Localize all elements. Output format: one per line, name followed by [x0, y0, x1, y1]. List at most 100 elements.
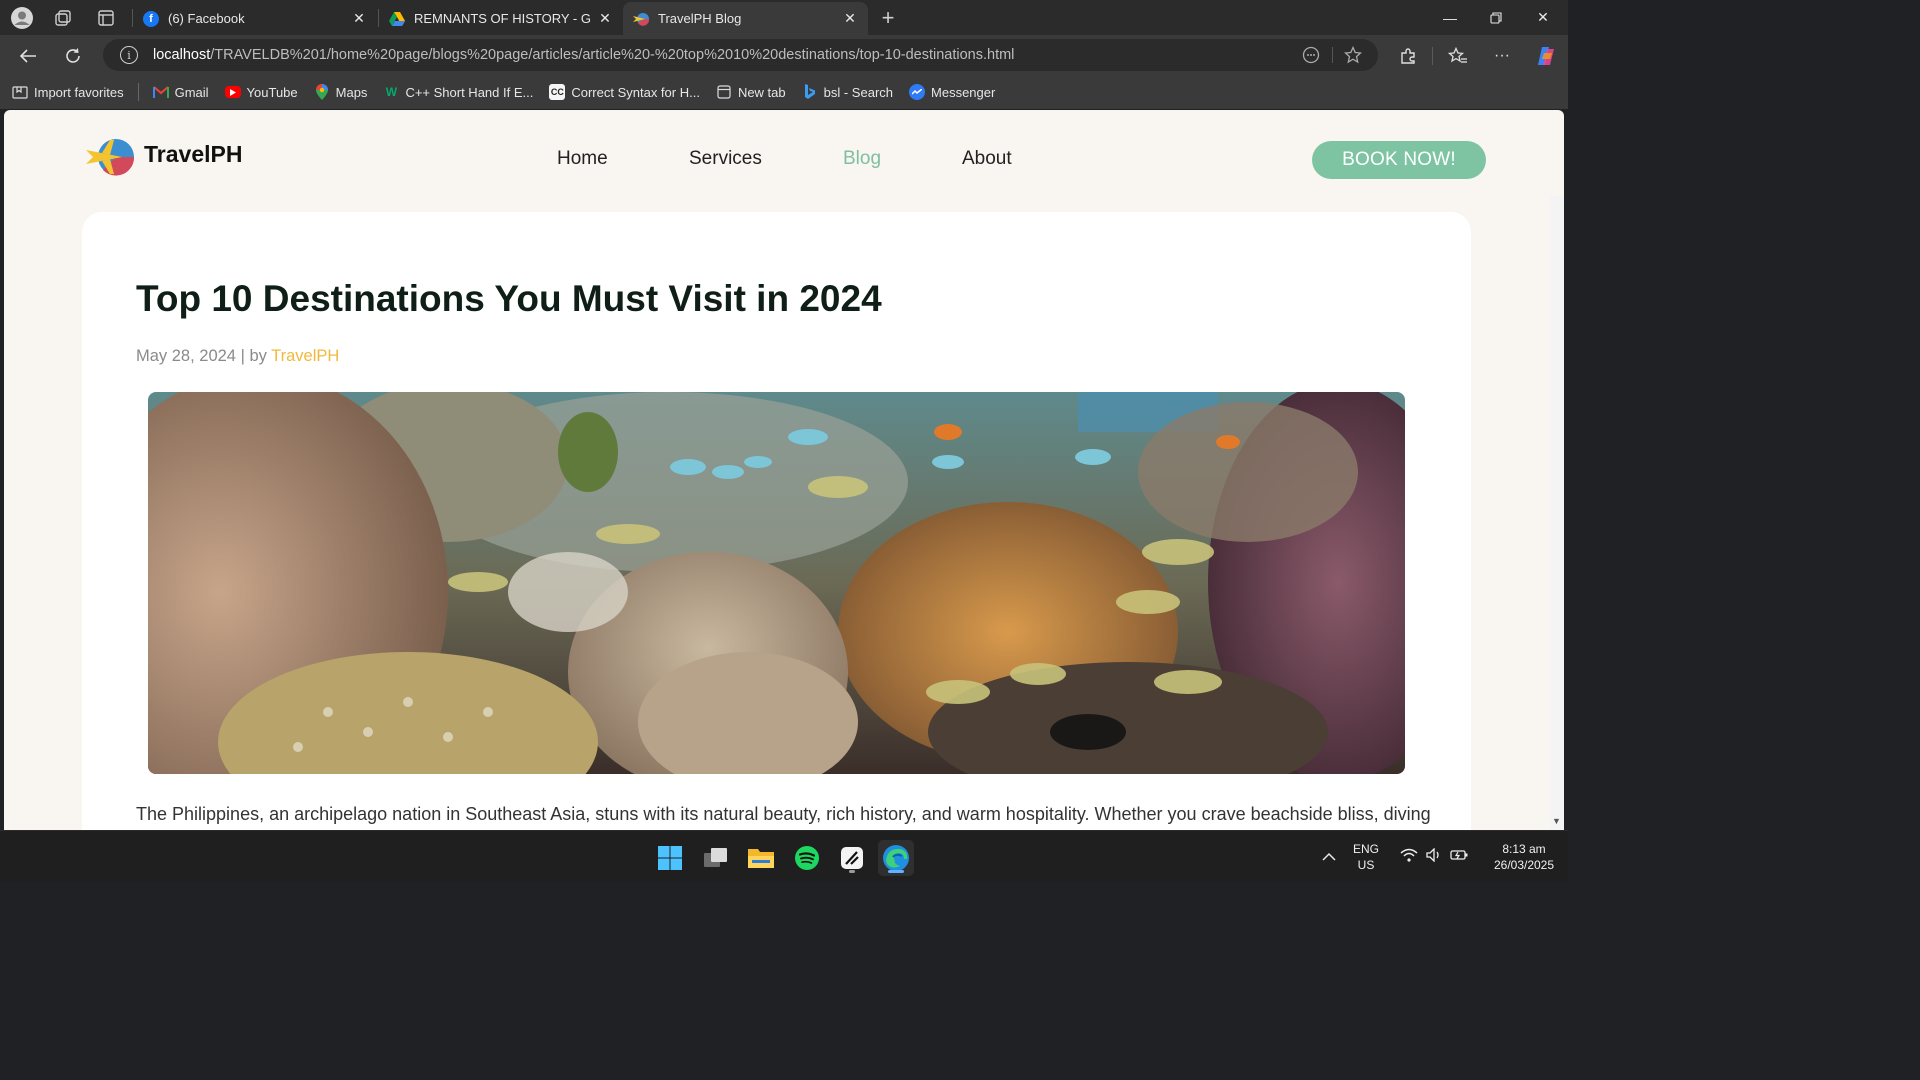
- close-icon[interactable]: ✕: [351, 10, 367, 27]
- edge-icon[interactable]: [878, 840, 914, 876]
- tab-title: REMNANTS OF HISTORY - Google: [414, 11, 591, 26]
- bookmark-label: Messenger: [931, 84, 996, 100]
- bookmark-label: Maps: [335, 84, 368, 100]
- close-icon[interactable]: ✕: [842, 10, 858, 27]
- page-scrollbar[interactable]: ▼: [1550, 196, 1564, 830]
- clock-date: 26/03/2025: [1493, 858, 1555, 872]
- bookmark-label: C++ Short Hand If E...: [405, 84, 534, 100]
- url-text[interactable]: localhost/TRAVELDB%201/home%20page/blogs…: [153, 47, 1014, 63]
- url-path: /TRAVELDB%201/home%20page/blogs%20page/a…: [210, 47, 1015, 63]
- region-code: US: [1357, 858, 1375, 872]
- site-info-icon[interactable]: i: [120, 46, 138, 64]
- article-title: Top 10 Destinations You Must Visit in 20…: [136, 278, 882, 319]
- favorite-star-icon[interactable]: [1343, 45, 1363, 65]
- minimize-icon[interactable]: —: [1427, 0, 1473, 35]
- tab-facebook[interactable]: f (6) Facebook ✕: [133, 2, 377, 35]
- bookmark-label: New tab: [737, 84, 786, 100]
- bookmark-youtube[interactable]: YouTube: [224, 84, 298, 100]
- site-logo[interactable]: TravelPH: [84, 136, 242, 178]
- book-now-button[interactable]: BOOK NOW!: [1312, 141, 1486, 179]
- bookmark-messenger[interactable]: Messenger: [909, 84, 995, 100]
- gmail-icon: [152, 84, 169, 100]
- nav-blog[interactable]: Blog: [843, 148, 881, 170]
- article-meta: May 28, 2024 | by TravelPH: [136, 347, 339, 366]
- import-icon: [12, 84, 28, 100]
- close-icon[interactable]: ✕: [597, 10, 613, 27]
- bookmark-label: Gmail: [174, 84, 209, 100]
- nav-home[interactable]: Home: [557, 148, 608, 170]
- windows-start-icon[interactable]: [652, 840, 688, 876]
- hero-image-coral-reef: [148, 392, 1405, 774]
- workspaces-icon[interactable]: [51, 6, 75, 30]
- bookmark-gmail[interactable]: Gmail: [152, 84, 209, 100]
- nav-about[interactable]: About: [962, 148, 1012, 170]
- article-date: May 28, 2024: [136, 347, 236, 365]
- nav-services[interactable]: Services: [689, 148, 762, 170]
- language-indicator[interactable]: ENG US: [1353, 831, 1379, 883]
- scroll-down-icon[interactable]: ▼: [1552, 816, 1561, 826]
- battery-icon: [1450, 848, 1468, 867]
- article-card: Top 10 Destinations You Must Visit in 20…: [82, 212, 1471, 830]
- messenger-icon: [909, 84, 926, 100]
- reader-mode-icon[interactable]: [1301, 45, 1321, 65]
- bookmark-import-favorites[interactable]: Import favorites: [12, 84, 124, 100]
- tab-title: (6) Facebook: [168, 11, 245, 26]
- bookmark-label: Import favorites: [34, 84, 124, 100]
- more-options-icon[interactable]: ···: [1489, 43, 1515, 69]
- brand-name: TravelPH: [144, 140, 243, 167]
- windows-taskbar: ENG US 8:13 am 26/03/2025: [0, 830, 1568, 882]
- spotify-icon[interactable]: [789, 840, 825, 876]
- show-hidden-icons-chevron-icon[interactable]: [1322, 850, 1336, 865]
- bookmark-bsl-search[interactable]: bsl - Search: [802, 84, 893, 100]
- refresh-icon[interactable]: [60, 43, 86, 69]
- bookmark-new-tab[interactable]: New tab: [716, 84, 786, 100]
- restore-icon[interactable]: [1473, 0, 1519, 35]
- maps-icon: [314, 84, 330, 100]
- tab-remnants-of-history[interactable]: REMNANTS OF HISTORY - Google ✕: [379, 2, 623, 35]
- tab-title: TravelPH Blog: [658, 11, 742, 26]
- volume-icon: [1426, 846, 1442, 867]
- youtube-icon: [224, 86, 241, 98]
- new-tab-button[interactable]: +: [876, 5, 900, 30]
- close-window-icon[interactable]: ✕: [1520, 0, 1566, 35]
- wifi-icon: [1400, 848, 1418, 867]
- travelph-icon: [633, 11, 649, 27]
- bookmark-correct-syntax[interactable]: CC Correct Syntax for H...: [549, 84, 700, 100]
- bookmark-label: Correct Syntax for H...: [571, 84, 700, 100]
- page-viewport: TravelPH Home Services Blog About BOOK N…: [4, 110, 1564, 830]
- task-view-icon[interactable]: [698, 840, 734, 876]
- cc-icon: CC: [549, 84, 566, 100]
- clock[interactable]: 8:13 am 26/03/2025: [1480, 831, 1568, 883]
- tab-bar: f (6) Facebook ✕ REMNANTS OF HISTORY - G…: [0, 0, 1568, 35]
- google-drive-icon: [389, 11, 405, 27]
- facebook-icon: f: [143, 10, 159, 27]
- vertical-tabs-icon[interactable]: [94, 6, 118, 30]
- language-code: ENG: [1353, 842, 1380, 856]
- address-bar[interactable]: i localhost/TRAVELDB%201/home%20page/blo…: [103, 39, 1378, 71]
- travelph-logo-icon: [84, 136, 136, 178]
- url-host: localhost: [153, 47, 211, 63]
- extensions-icon[interactable]: [1395, 43, 1421, 69]
- copilot-icon[interactable]: [1533, 43, 1559, 69]
- article-by: | by: [240, 347, 267, 365]
- profile-icon[interactable]: [10, 6, 34, 30]
- clock-time: 8:13 am: [1502, 842, 1546, 856]
- new-tab-icon: [716, 84, 732, 100]
- article-intro: The Philippines, an archipelago nation i…: [136, 804, 1431, 824]
- app-icon[interactable]: [834, 840, 870, 876]
- site-header: TravelPH Home Services Blog About BOOK N…: [4, 110, 1564, 210]
- quick-settings[interactable]: [1400, 831, 1468, 883]
- bookmarks-bar: Import favorites Gmail YouTube Maps W C+…: [0, 75, 1568, 109]
- bookmark-cpp-short-hand[interactable]: W C++ Short Hand If E...: [383, 84, 534, 100]
- w3schools-icon: W: [385, 85, 398, 99]
- bookmark-label: YouTube: [246, 84, 298, 100]
- bookmark-maps[interactable]: Maps: [314, 84, 368, 100]
- bookmark-label: bsl - Search: [823, 84, 894, 100]
- article-author-link[interactable]: TravelPH: [271, 347, 339, 365]
- tab-travelph-blog[interactable]: TravelPH Blog ✕: [623, 2, 868, 35]
- back-icon[interactable]: [15, 43, 41, 69]
- browser-toolbar: i localhost/TRAVELDB%201/home%20page/blo…: [0, 35, 1568, 75]
- bing-icon: [802, 84, 818, 100]
- file-explorer-icon[interactable]: [743, 840, 779, 876]
- favorites-icon[interactable]: [1445, 43, 1471, 69]
